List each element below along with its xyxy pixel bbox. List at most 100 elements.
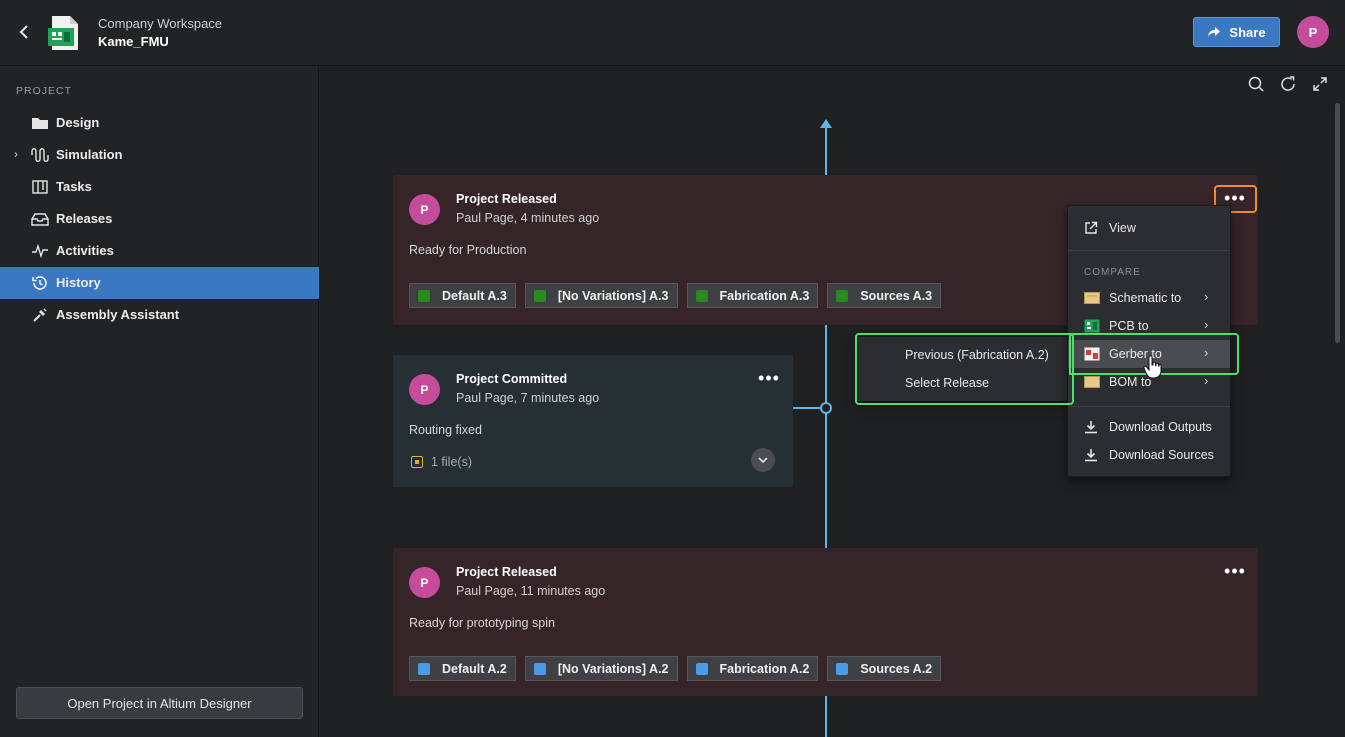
file-count-label: 1 file(s)	[431, 455, 472, 469]
vertical-scrollbar[interactable]	[1335, 103, 1340, 343]
release-tag[interactable]: Default A.2	[409, 656, 516, 681]
sidebar-item-label: Tasks	[56, 179, 92, 194]
open-in-altium-button[interactable]: Open Project in Altium Designer	[16, 687, 303, 719]
card-subtitle: Paul Page, 7 minutes ago	[456, 391, 600, 405]
card-message: Ready for prototyping spin	[409, 616, 555, 630]
chevron-right-icon: ›	[1204, 289, 1209, 304]
tag-label: Fabrication A.3	[719, 288, 810, 303]
more-options-icon[interactable]: •••	[754, 367, 784, 389]
more-options-icon[interactable]: •••	[1220, 560, 1250, 582]
menu-divider	[1068, 250, 1230, 251]
refresh-icon[interactable]	[1279, 75, 1297, 93]
menu-item-compare-schematic[interactable]: Schematic to ›	[1068, 284, 1230, 312]
release-tag[interactable]: Sources A.3	[827, 283, 942, 308]
sidebar-item-label: Design	[56, 115, 100, 130]
author-avatar: P	[409, 194, 440, 225]
tag-color-swatch	[418, 662, 430, 675]
chevron-down-icon	[758, 457, 768, 463]
release-tags: Default A.2 [No Variations] A.2 Fabricat…	[409, 656, 942, 681]
pcb-doc-icon	[1084, 319, 1100, 333]
tag-color-swatch	[533, 662, 546, 675]
project-name: Kame_FMU	[98, 34, 169, 49]
card-message: Ready for Production	[409, 243, 527, 257]
author-avatar: P	[409, 567, 440, 598]
project-logo-icon	[46, 14, 82, 52]
sidebar-item-tasks[interactable]: Tasks	[0, 171, 319, 203]
sidebar-item-label: History	[56, 275, 101, 290]
release-tag[interactable]: Fabrication A.3	[686, 283, 819, 308]
download-icon	[1084, 420, 1099, 434]
release-tag[interactable]: Sources A.2	[827, 656, 942, 681]
timeline-branch	[793, 407, 821, 409]
sidebar: PROJECT Design › Simulation Tasks Releas…	[0, 67, 319, 737]
card-subtitle: Paul Page, 4 minutes ago	[456, 211, 600, 225]
menu-item-view[interactable]: View	[1068, 214, 1230, 242]
history-card-commit: P Project Committed Paul Page, 7 minutes…	[393, 355, 793, 487]
release-tag[interactable]: [No Variations] A.3	[524, 283, 678, 308]
release-tag[interactable]: Default A.3	[409, 283, 516, 308]
release-tags: Default A.3 [No Variations] A.3 Fabricat…	[409, 283, 942, 308]
back-arrow-icon[interactable]	[14, 22, 34, 42]
tag-label: [No Variations] A.3	[557, 288, 669, 303]
sidebar-item-label: Simulation	[56, 147, 123, 162]
file-icon	[411, 456, 423, 468]
tag-label: Sources A.2	[860, 661, 933, 676]
sidebar-item-history[interactable]: History	[0, 267, 319, 299]
pulse-icon	[31, 243, 49, 259]
tag-label: Sources A.3	[860, 288, 933, 303]
chevron-right-icon: ›	[1204, 317, 1209, 332]
tag-label: Default A.3	[442, 288, 507, 303]
board-icon	[31, 179, 49, 195]
download-icon	[1084, 448, 1099, 462]
menu-divider	[1068, 406, 1230, 407]
fullscreen-icon[interactable]	[1311, 75, 1329, 93]
tag-label: Fabrication A.2	[719, 661, 810, 676]
workspace-name: Company Workspace	[98, 16, 223, 31]
sidebar-heading: PROJECT	[16, 85, 73, 97]
tag-color-swatch	[836, 662, 849, 675]
timeline-arrow-icon	[820, 119, 832, 128]
file-count: 1 file(s)	[411, 455, 472, 469]
history-icon	[31, 275, 49, 291]
menu-item-download-sources[interactable]: Download Sources	[1068, 441, 1230, 469]
chevron-right-icon[interactable]: ›	[14, 147, 18, 161]
schematic-doc-icon	[1084, 291, 1100, 305]
sidebar-item-activities[interactable]: Activities	[0, 235, 319, 267]
chevron-right-icon: ›	[1204, 373, 1209, 388]
hand-cursor-icon	[1143, 355, 1163, 379]
top-bar: Company Workspace Kame_FMU Share P	[0, 0, 1345, 66]
tag-label: Default A.2	[442, 661, 507, 676]
menu-item-download-outputs[interactable]: Download Outputs	[1068, 413, 1230, 441]
tag-color-swatch	[695, 289, 708, 302]
sidebar-item-releases[interactable]: Releases	[0, 203, 319, 235]
folder-icon	[31, 115, 49, 131]
timeline-node	[820, 402, 832, 414]
tag-color-swatch	[418, 289, 430, 302]
tag-color-swatch	[695, 662, 708, 675]
wrench-icon	[31, 307, 49, 323]
waveform-icon	[31, 147, 49, 163]
share-button[interactable]: Share	[1193, 17, 1280, 47]
expand-button[interactable]	[751, 448, 775, 472]
search-icon[interactable]	[1247, 75, 1265, 93]
author-avatar: P	[409, 374, 440, 405]
sidebar-item-design[interactable]: Design	[0, 107, 319, 139]
highlight-submenu	[855, 333, 1074, 405]
sidebar-item-assembly-assistant[interactable]: Assembly Assistant	[0, 299, 319, 331]
card-title: Project Committed	[456, 372, 568, 386]
external-link-icon	[1084, 221, 1099, 235]
sidebar-item-simulation[interactable]: › Simulation	[0, 139, 319, 171]
release-tag[interactable]: [No Variations] A.2	[524, 656, 678, 681]
compare-heading: COMPARE	[1084, 267, 1141, 278]
history-card-release: P Project Released Paul Page, 11 minutes…	[393, 548, 1258, 696]
sidebar-item-label: Releases	[56, 211, 113, 226]
user-avatar[interactable]: P	[1297, 16, 1329, 48]
card-subtitle: Paul Page, 11 minutes ago	[456, 584, 606, 598]
share-label: Share	[1229, 24, 1266, 40]
tag-color-swatch	[836, 289, 849, 302]
card-title: Project Released	[456, 192, 557, 206]
sidebar-item-label: Activities	[56, 243, 114, 258]
release-tag[interactable]: Fabrication A.2	[686, 656, 819, 681]
sidebar-item-label: Assembly Assistant	[56, 307, 180, 322]
card-message: Routing fixed	[409, 423, 482, 437]
